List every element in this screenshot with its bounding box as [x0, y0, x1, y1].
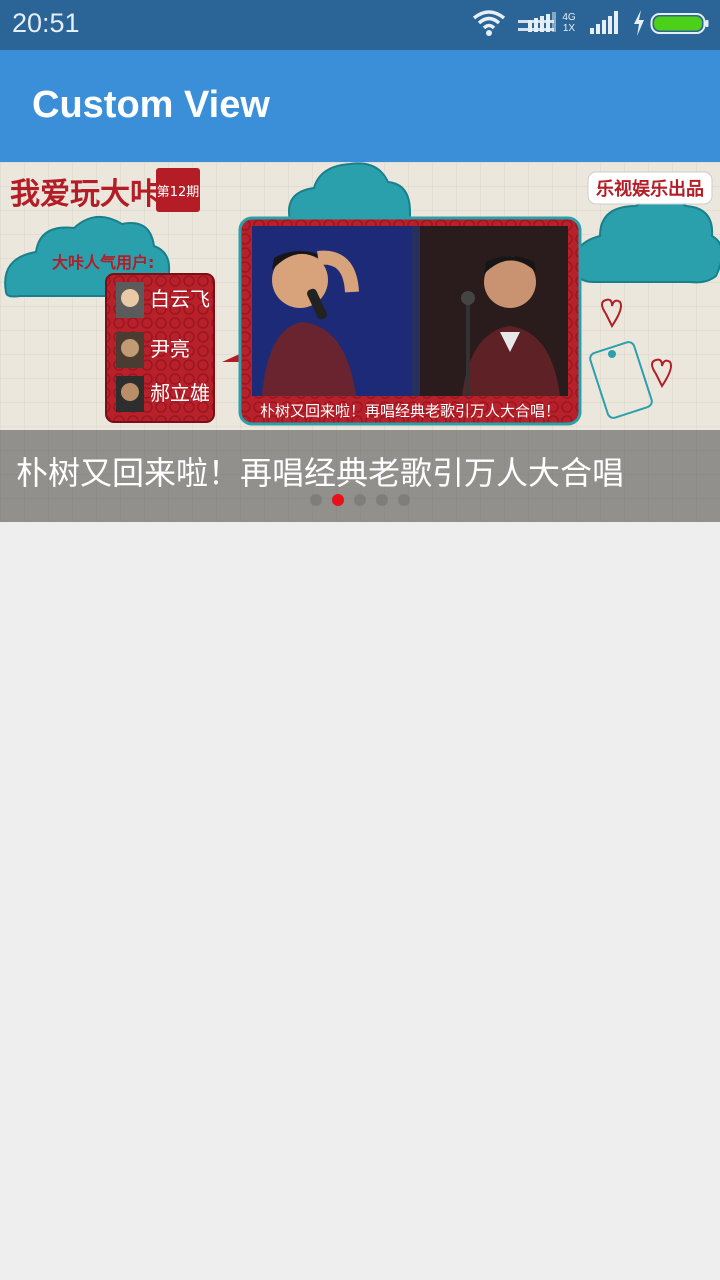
- charging-icon: [634, 10, 644, 36]
- popular-users-label: 大咔人气用户:: [52, 253, 154, 272]
- producer-tag: 乐视娱乐出品: [587, 171, 713, 205]
- status-icons: 4G 1X: [472, 8, 712, 42]
- banner-caption: 朴树又回来啦！再唱经典老歌引万人大合唱: [16, 454, 625, 492]
- avatar: [121, 289, 139, 307]
- user-name-2: 尹亮: [150, 337, 190, 361]
- app-bar: Custom View: [0, 50, 720, 162]
- producer-label: 乐视娱乐出品: [596, 178, 704, 200]
- status-bar: 20:51 4G 1X: [0, 0, 720, 50]
- episode-label: 第12期: [157, 185, 200, 200]
- caption-bar: 朴树又回来啦！再唱经典老歌引万人大合唱: [0, 430, 720, 522]
- indicator-dot[interactable]: [376, 494, 388, 506]
- battery-icon: [650, 13, 709, 34]
- avatar: [121, 339, 139, 357]
- content-area: [0, 522, 720, 1280]
- indicator-dot-active[interactable]: [332, 494, 344, 506]
- status-time: 20:51: [12, 8, 80, 38]
- banner-carousel[interactable]: 我爱玩大咔 第12期 乐视娱乐出品 大咔人气用户: 白云飞 尹亮 郝立雄 朴树又…: [0, 162, 720, 522]
- avatar: [121, 383, 139, 401]
- signal-4g-icon: [518, 12, 556, 32]
- network-type-label: 4G 1X: [562, 12, 576, 34]
- signal-icon: [590, 11, 618, 34]
- program-title: 我爱玩大咔: [10, 177, 160, 212]
- user-name-1: 白云飞: [150, 287, 210, 311]
- indicator-dot[interactable]: [398, 494, 410, 506]
- photo-frame: 朴树又回来啦！再唱经典老歌引万人大合唱！: [222, 216, 582, 426]
- indicator-dot[interactable]: [354, 494, 366, 506]
- photo-caption: 朴树又回来啦！再唱经典老歌引万人大合唱！: [260, 402, 560, 420]
- app-title: Custom View: [32, 84, 270, 126]
- wifi-icon: [472, 10, 506, 36]
- user-name-3: 郝立雄: [150, 381, 210, 405]
- indicator-dot[interactable]: [310, 494, 322, 506]
- users-panel: 白云飞 尹亮 郝立雄: [105, 273, 215, 423]
